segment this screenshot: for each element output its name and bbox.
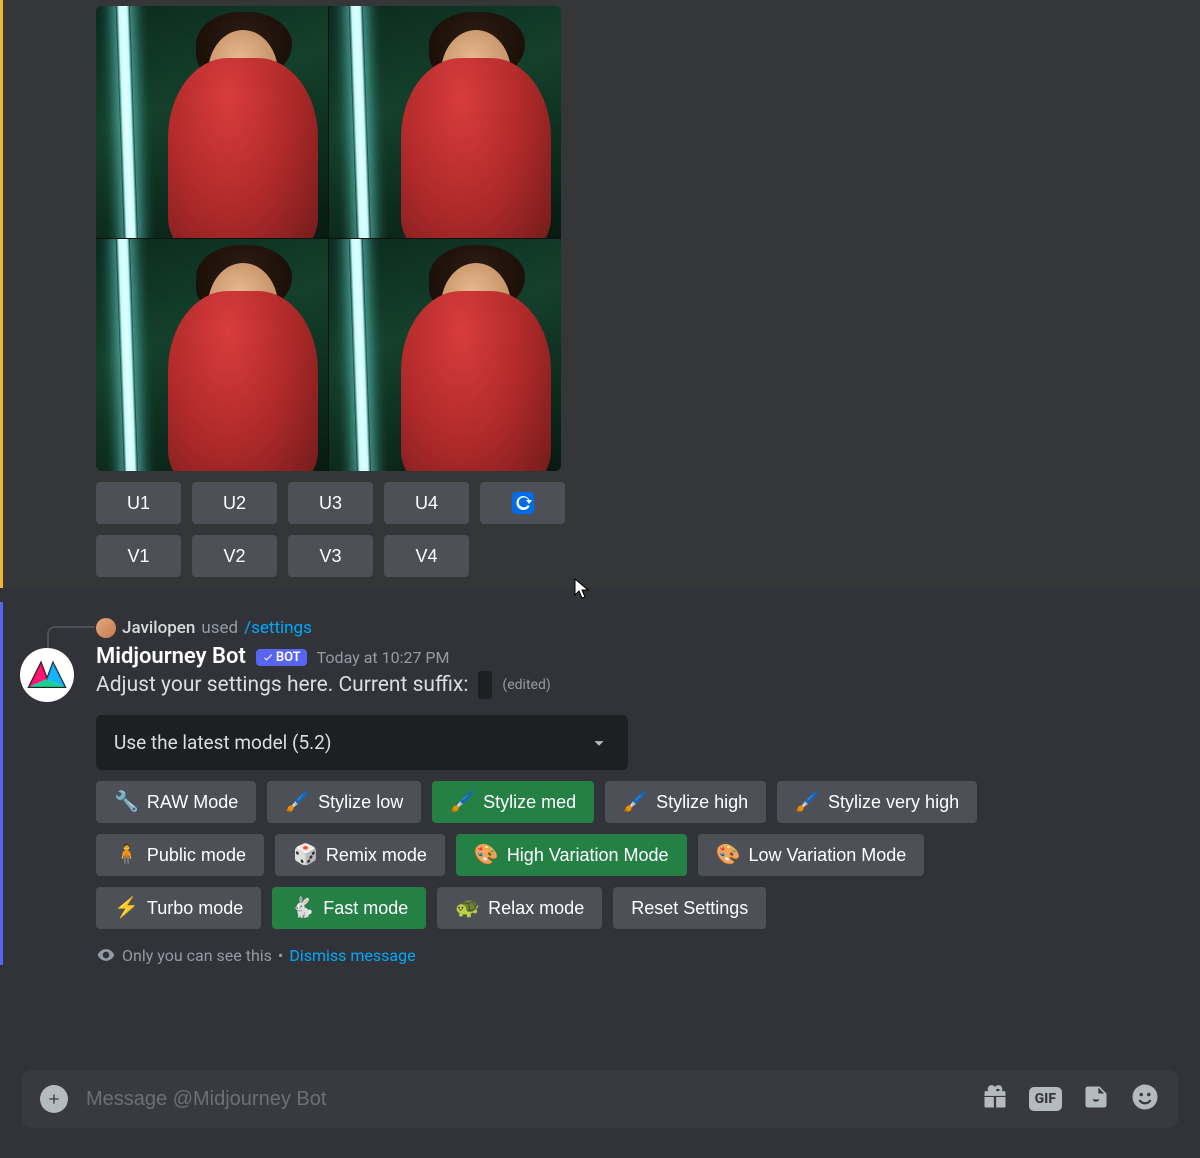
u1-button[interactable]: U1 (96, 482, 181, 524)
image-cell-2 (329, 6, 561, 238)
message-timestamp: Today at 10:27 PM (317, 648, 450, 667)
model-select-value: Use the latest model (5.2) (114, 731, 331, 754)
image-cell-4 (329, 239, 561, 471)
plus-icon (46, 1091, 62, 1107)
u2-button[interactable]: U2 (192, 482, 277, 524)
setting-relax-mode[interactable]: 🐢 Relax mode (437, 887, 602, 929)
setting-stylize-high[interactable]: 🖌️ Stylize high (605, 781, 766, 823)
emoji-icon: 🎲 (293, 845, 318, 865)
reroll-button[interactable] (480, 482, 565, 524)
setting-label: Public mode (147, 845, 246, 866)
setting-stylize-very-high[interactable]: 🖌️ Stylize very high (777, 781, 977, 823)
emoji-icon: 🖌️ (285, 792, 310, 812)
dismiss-link[interactable]: Dismiss message (289, 946, 415, 965)
emoji-icon: 🖌️ (623, 792, 648, 812)
setting-low-variation-mode[interactable]: 🎨 Low Variation Mode (698, 834, 925, 876)
reply-header: Javilopen used /settings (96, 618, 1200, 638)
ephemeral-footer: Only you can see this • Dismiss message (96, 945, 1200, 965)
setting-label: Remix mode (326, 845, 427, 866)
settings-row-2: 🧍 Public mode 🎲 Remix mode 🎨 High Variation M… (96, 834, 1200, 876)
edited-label: (edited) (502, 677, 550, 693)
setting-label: Stylize low (318, 792, 403, 813)
u4-button[interactable]: U4 (384, 482, 469, 524)
setting-high-variation-mode[interactable]: 🎨 High Variation Mode (456, 834, 687, 876)
v1-button[interactable]: V1 (96, 535, 181, 577)
bot-name[interactable]: Midjourney Bot (96, 644, 246, 669)
setting-stylize-med[interactable]: 🖌️ Stylize med (432, 781, 594, 823)
gift-icon[interactable] (981, 1083, 1009, 1115)
settings-row-1: 🔧 RAW Mode 🖌️ Stylize low 🖌️ Stylize med 🖌️ Sty… (96, 781, 1200, 823)
bot-message-text: Adjust your settings here. Current suffi… (96, 673, 468, 697)
refresh-icon (511, 491, 535, 515)
attach-button[interactable] (40, 1085, 68, 1113)
midjourney-icon (27, 655, 67, 695)
bot-avatar[interactable] (20, 648, 74, 702)
suffix-box (478, 671, 492, 699)
setting-label: Relax mode (488, 898, 584, 919)
image-cell-3 (96, 239, 328, 471)
sticker-icon[interactable] (1082, 1083, 1110, 1115)
setting-turbo-mode[interactable]: ⚡ Turbo mode (96, 887, 261, 929)
emoji-icon: 🎨 (474, 845, 499, 865)
setting-label: Turbo mode (147, 898, 243, 919)
settings-message: Javilopen used /settings Midjourney Bot … (0, 602, 1200, 965)
gif-button[interactable]: GIF (1029, 1087, 1062, 1111)
setting-label: Fast mode (323, 898, 408, 919)
v2-button[interactable]: V2 (192, 535, 277, 577)
setting-label: Stylize high (656, 792, 748, 813)
chevron-down-icon (588, 732, 610, 754)
image-grid[interactable] (96, 6, 561, 471)
setting-label: Stylize very high (828, 792, 959, 813)
eye-icon (96, 945, 116, 965)
prior-message: U1 U2 U3 U4 V1 V2 V3 V4 (0, 0, 1200, 588)
setting-remix-mode[interactable]: 🎲 Remix mode (275, 834, 445, 876)
message-input-bar: GIF (22, 1070, 1178, 1128)
reply-verb: used (201, 618, 238, 638)
setting-public-mode[interactable]: 🧍 Public mode (96, 834, 264, 876)
setting-label: Reset Settings (631, 898, 748, 919)
image-cell-1 (96, 6, 328, 238)
setting-label: RAW Mode (147, 792, 238, 813)
emoji-icon: 🧍 (114, 845, 139, 865)
u3-button[interactable]: U3 (288, 482, 373, 524)
v3-button[interactable]: V3 (288, 535, 373, 577)
model-select[interactable]: Use the latest model (5.2) (96, 715, 628, 770)
v4-button[interactable]: V4 (384, 535, 469, 577)
setting-label: Low Variation Mode (748, 845, 906, 866)
settings-row-3: ⚡ Turbo mode 🐇 Fast mode 🐢 Relax mode Reset Se… (96, 887, 1200, 929)
setting-reset-settings[interactable]: Reset Settings (613, 887, 766, 929)
emoji-icon[interactable] (1130, 1082, 1160, 1116)
setting-label: High Variation Mode (507, 845, 669, 866)
variation-button-row: V1 V2 V3 V4 (96, 535, 1200, 588)
emoji-icon: 🖌️ (795, 792, 820, 812)
emoji-icon: 🐇 (290, 898, 315, 918)
message-input[interactable] (86, 1088, 963, 1111)
reply-username[interactable]: Javilopen (122, 618, 195, 638)
emoji-icon: 🖌️ (450, 792, 475, 812)
setting-stylize-low[interactable]: 🖌️ Stylize low (267, 781, 421, 823)
reply-avatar (96, 618, 116, 638)
ephemeral-text: Only you can see this (122, 946, 272, 965)
setting-raw-mode[interactable]: 🔧 RAW Mode (96, 781, 256, 823)
check-icon (262, 651, 274, 663)
upscale-button-row: U1 U2 U3 U4 (96, 482, 1200, 524)
emoji-icon: 🎨 (716, 845, 741, 865)
emoji-icon: ⚡ (114, 898, 139, 918)
setting-label: Stylize med (483, 792, 576, 813)
bot-tag: BOT (256, 649, 307, 666)
reply-command[interactable]: /settings (244, 618, 312, 638)
emoji-icon: 🔧 (114, 792, 139, 812)
setting-fast-mode[interactable]: 🐇 Fast mode (272, 887, 426, 929)
emoji-icon: 🐢 (455, 898, 480, 918)
